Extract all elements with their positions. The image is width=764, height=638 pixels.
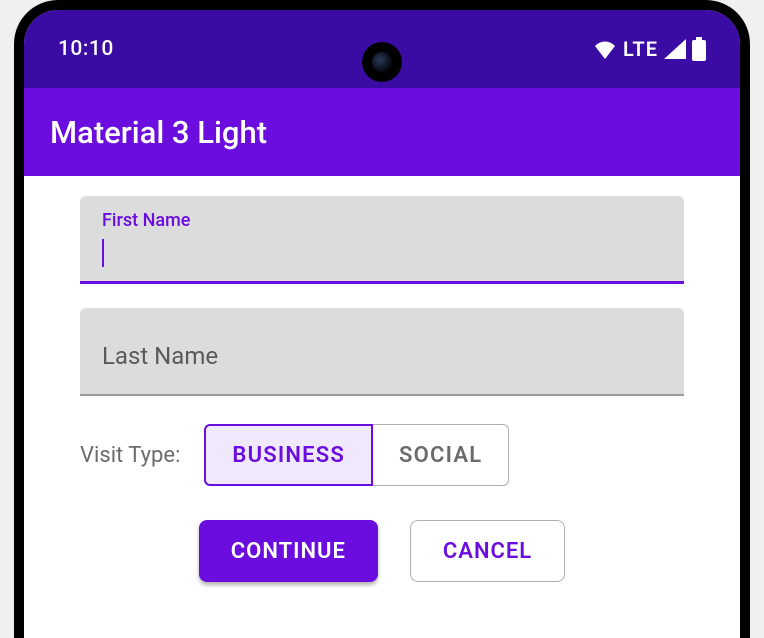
signal-icon [664, 39, 686, 59]
visit-type-row: Visit Type: BUSINESS SOCIAL [80, 424, 684, 486]
visit-type-social[interactable]: SOCIAL [373, 424, 509, 486]
camera-lens [372, 52, 392, 72]
visit-type-toggle-group: BUSINESS SOCIAL [204, 424, 509, 486]
first-name-field[interactable]: First Name [80, 196, 684, 284]
visit-type-business[interactable]: BUSINESS [204, 424, 373, 486]
status-indicators: LTE [593, 37, 706, 61]
last-name-label: Last Name [102, 342, 662, 370]
network-label: LTE [623, 37, 658, 61]
device-frame: 10:10 LTE Material 3 Light Fir [14, 0, 750, 638]
app-bar: Material 3 Light [24, 88, 740, 176]
status-time: 10:10 [58, 37, 114, 61]
last-name-field[interactable]: Last Name [80, 308, 684, 396]
visit-type-label: Visit Type: [80, 443, 180, 468]
wifi-icon [593, 39, 617, 59]
cancel-button[interactable]: CANCEL [410, 520, 565, 582]
screen: 10:10 LTE Material 3 Light Fir [24, 10, 740, 638]
content-area: First Name Last Name Visit Type: BUSINES… [24, 176, 740, 582]
device-side-button [740, 245, 746, 305]
battery-icon [692, 37, 706, 61]
page-title: Material 3 Light [50, 114, 267, 151]
continue-button[interactable]: CONTINUE [199, 520, 378, 582]
first-name-label: First Name [102, 210, 662, 231]
camera-notch [362, 42, 402, 82]
text-cursor [102, 239, 104, 267]
button-row: CONTINUE CANCEL [80, 520, 684, 582]
